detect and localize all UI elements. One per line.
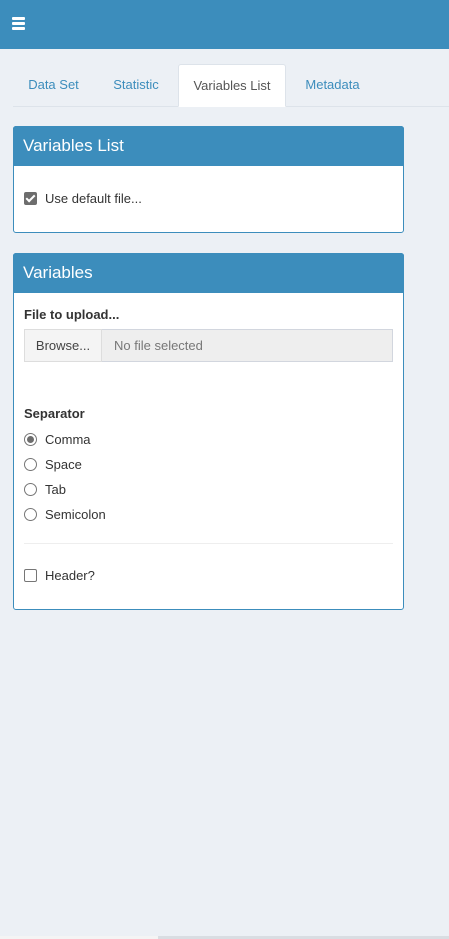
use-default-file-label: Use default file...: [45, 190, 142, 206]
radio-unselected-icon[interactable]: [24, 482, 37, 496]
checkbox-checked-icon[interactable]: [24, 191, 37, 205]
separator-label: Separator: [24, 406, 85, 421]
file-upload-label: File to upload...: [24, 307, 120, 322]
radio-label: Semicolon: [45, 506, 106, 522]
variables-box: Variables File to upload... Browse... No…: [13, 253, 404, 610]
file-upload-input[interactable]: Browse... No file selected: [24, 329, 393, 362]
separator-option-semicolon[interactable]: Semicolon: [24, 506, 106, 522]
separator-option-comma[interactable]: Comma: [24, 431, 91, 447]
file-name-display[interactable]: No file selected: [102, 329, 393, 362]
tab-metadata[interactable]: Metadata: [294, 64, 371, 105]
variables-box-title: Variables: [13, 253, 404, 293]
tab-bar: Data Set Statistic Variables List Metada…: [13, 64, 449, 107]
radio-label: Tab: [45, 481, 66, 497]
checkbox-unchecked-icon[interactable]: [24, 568, 37, 582]
use-default-file-checkbox[interactable]: Use default file...: [24, 190, 142, 206]
header-checkbox-label: Header?: [45, 567, 95, 583]
hamburger-icon[interactable]: [12, 17, 26, 31]
tab-data-set[interactable]: Data Set: [13, 64, 94, 105]
separator-option-tab[interactable]: Tab: [24, 481, 66, 497]
browse-button[interactable]: Browse...: [24, 329, 102, 362]
variables-list-box-title: Variables List: [13, 126, 404, 166]
radio-label: Space: [45, 456, 82, 472]
radio-label: Comma: [45, 431, 91, 447]
header-checkbox[interactable]: Header?: [24, 567, 95, 583]
top-navbar: [0, 0, 449, 49]
variables-list-box: Variables List Use default file...: [13, 126, 404, 233]
radio-unselected-icon[interactable]: [24, 457, 37, 471]
radio-selected-icon[interactable]: [24, 432, 37, 446]
radio-unselected-icon[interactable]: [24, 507, 37, 521]
tab-statistic[interactable]: Statistic: [99, 64, 173, 105]
separator-option-space[interactable]: Space: [24, 456, 82, 472]
divider: [24, 543, 393, 544]
tab-variables-list[interactable]: Variables List: [178, 64, 286, 107]
